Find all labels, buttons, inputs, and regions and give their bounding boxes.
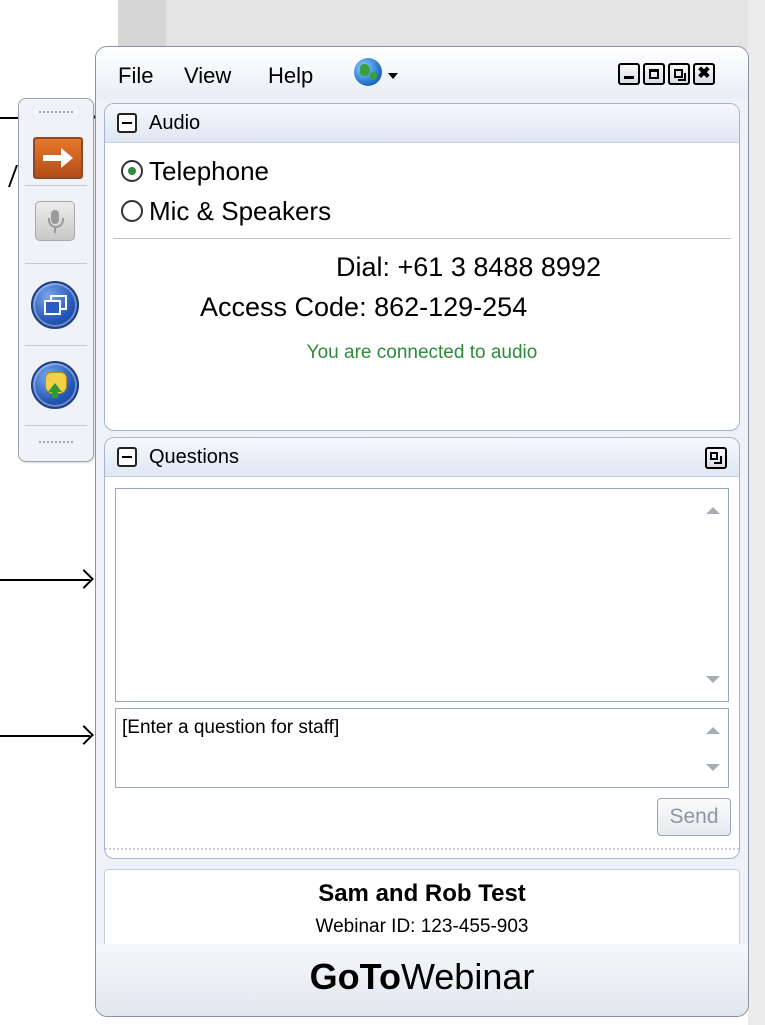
window-view-button[interactable] (31, 281, 79, 329)
microphone-button[interactable] (35, 201, 75, 241)
questions-section-header: Questions (105, 438, 739, 477)
radio-telephone-label[interactable]: Telephone (149, 156, 269, 187)
control-panel: File View Help ✖ Audio Telephone Mic & S… (95, 46, 749, 1017)
collapse-questions-button[interactable] (117, 447, 137, 467)
question-input[interactable]: [Enter a question for staff] (115, 708, 729, 788)
maximize-button[interactable] (643, 63, 665, 85)
radio-mic-speakers[interactable] (121, 200, 143, 222)
scroll-up-icon[interactable] (706, 507, 720, 514)
footer: GoToWebinar (96, 944, 748, 1016)
menu-view[interactable]: View (184, 63, 231, 89)
toolbar-divider (25, 263, 87, 264)
audio-section-header: Audio (105, 104, 739, 143)
show-hide-control-panel-button[interactable] (33, 137, 83, 179)
raise-hand-button[interactable] (31, 361, 79, 409)
questions-section: Questions [Enter a question for staff] S… (104, 437, 740, 859)
annotation-arrow-question-input (0, 735, 90, 737)
toolbar-divider (25, 345, 87, 346)
access-code: Access Code: 862-129-254 (200, 292, 528, 322)
menu-help[interactable]: Help (268, 63, 313, 89)
arrow-icon (43, 155, 63, 161)
questions-section-title: Questions (149, 446, 240, 468)
session-info: Sam and Rob Test Webinar ID: 123-455-903 (104, 869, 740, 951)
minimize-button[interactable] (618, 63, 640, 85)
pop-out-questions-button[interactable] (705, 447, 727, 469)
webinar-id: Webinar ID: 123-455-903 (315, 916, 529, 937)
audio-section-title: Audio (149, 112, 201, 134)
dial-number: Dial: +61 3 8488 8992 (336, 252, 601, 282)
menu-bar: File View Help ✖ (96, 47, 748, 99)
globe-icon[interactable] (354, 58, 382, 86)
background-window-shade (118, 0, 166, 50)
annotation-mark (0, 165, 19, 187)
webinar-title: Sam and Rob Test (318, 880, 526, 907)
question-input-placeholder[interactable]: [Enter a question for staff] (122, 717, 339, 739)
grab-tab-toolbar[interactable] (18, 98, 94, 462)
questions-log[interactable] (115, 488, 729, 702)
menu-file[interactable]: File (118, 63, 153, 89)
radio-mic-speakers-label[interactable]: Mic & Speakers (149, 196, 331, 227)
toolbar-grip-bottom[interactable] (39, 441, 73, 447)
chevron-down-icon[interactable] (388, 73, 398, 79)
gotowebinar-logo: GoToWebinar (309, 956, 535, 997)
close-button[interactable]: ✖ (693, 63, 715, 85)
questions-grip (105, 848, 739, 851)
collapse-audio-button[interactable] (117, 113, 137, 133)
toolbar-divider (25, 425, 87, 426)
annotation-arrow-questions-log (0, 579, 90, 581)
pop-out-button[interactable] (668, 63, 690, 85)
audio-status: You are connected to audio (306, 342, 538, 363)
audio-divider (113, 238, 731, 239)
send-button[interactable]: Send (657, 798, 731, 836)
scroll-down-icon[interactable] (706, 676, 720, 683)
background-window (118, 0, 765, 50)
toolbar-divider (25, 185, 87, 186)
radio-telephone[interactable] (121, 160, 143, 182)
toolbar-grip-top[interactable] (39, 111, 73, 117)
scroll-up-icon[interactable] (706, 727, 720, 734)
background-edge (748, 0, 765, 1025)
audio-section: Audio Telephone Mic & Speakers Dial: +61… (104, 103, 740, 431)
scroll-down-icon[interactable] (706, 764, 720, 771)
